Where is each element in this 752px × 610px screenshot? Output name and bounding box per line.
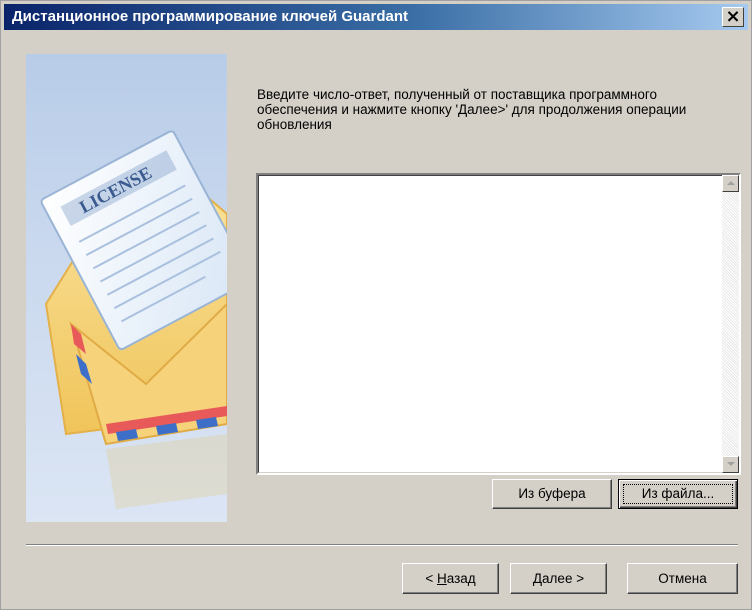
window-title: Дистанционное программирование ключей Gu… [12,8,408,25]
title-bar[interactable]: Дистанционное программирование ключей Gu… [4,4,748,30]
dialog-window: Дистанционное программирование ключей Gu… [0,0,752,610]
answer-input[interactable] [256,173,741,475]
cancel-button[interactable]: Отмена [627,563,738,594]
instruction-text: Введите число-ответ, полученный от поста… [257,87,687,132]
close-button[interactable]: × [722,6,744,27]
chevron-down-icon [727,462,735,466]
vertical-scrollbar[interactable] [722,175,739,473]
button-separator [26,544,738,546]
back-label: < Назад [425,571,476,586]
from-buffer-label: Из буфера [518,486,586,501]
next-label: Далее > [532,571,585,586]
wizard-side-image: LICENSE [26,54,227,522]
from-file-button[interactable]: Из файла... [618,479,738,509]
license-envelope-illustration: LICENSE [40,130,227,509]
scroll-down-button[interactable] [722,456,739,473]
close-icon: × [725,6,741,27]
scroll-up-button[interactable] [722,175,739,192]
cancel-label: Отмена [658,571,707,586]
chevron-up-icon [727,181,735,185]
back-button[interactable]: < Назад [402,563,499,594]
next-button[interactable]: Далее > [510,563,607,594]
focus-ring [623,484,733,504]
from-buffer-button[interactable]: Из буфера [492,479,612,509]
answer-input-frame [258,175,739,473]
